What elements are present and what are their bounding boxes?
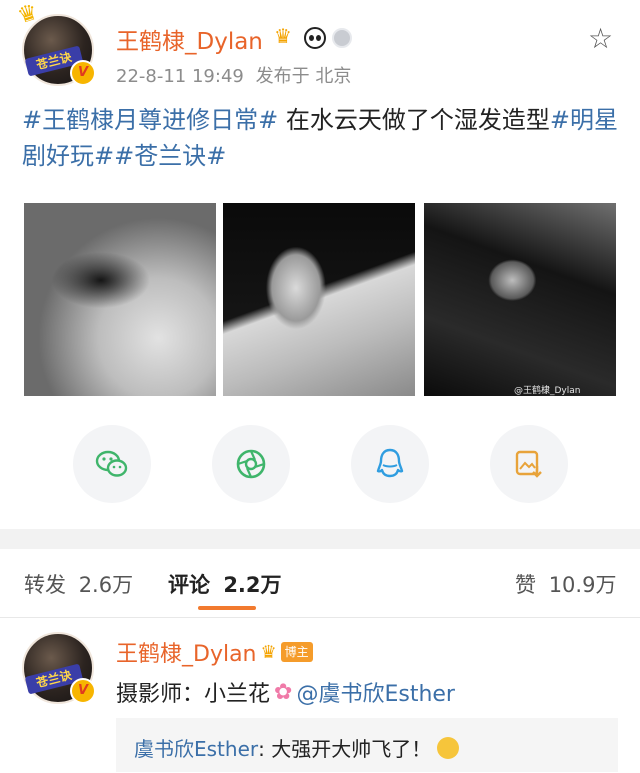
tab-repost[interactable]: 转发 2.6万 <box>24 569 133 599</box>
author-avatar[interactable]: ♛ 苍兰诀 V <box>15 0 96 86</box>
commenter-avatar[interactable]: 苍兰诀 V <box>22 632 96 704</box>
share-wechat-button[interactable] <box>73 425 151 503</box>
tab-comment[interactable]: 评论 2.2万 <box>168 569 282 599</box>
favorite-star-icon[interactable]: ☆ <box>588 22 613 55</box>
flower-emoji-icon: ✿ <box>274 679 293 705</box>
photo-watermark: @王鹤棣_Dylan <box>514 386 581 396</box>
comment-text: 摄影师：小兰花 ✿ @虞书欣Esther <box>116 676 455 708</box>
save-image-button[interactable] <box>490 425 568 503</box>
author-name[interactable]: 王鹤棣_Dylan <box>116 22 263 56</box>
tab-comment-label: 评论 <box>168 573 210 597</box>
qq-icon <box>376 448 404 478</box>
post-photo-2[interactable] <box>223 203 415 396</box>
post-body-text: 在水云天做了个湿发造型 <box>278 106 550 134</box>
post-photo-3[interactable]: @王鹤棣_Dylan <box>424 203 616 396</box>
commenter-name[interactable]: 王鹤棣_Dylan <box>116 636 257 668</box>
post-meta: 22-8-11 19:49 发布于 北京 <box>116 62 351 88</box>
tabs-divider <box>0 617 640 618</box>
tab-like-count: 10.9万 <box>548 573 617 597</box>
reply-body: : 大强开大帅飞了！ <box>258 737 432 761</box>
verified-badge-icon: V <box>70 678 96 704</box>
tab-like-label: 赞 <box>515 573 536 597</box>
vip-crown-icon: ♛ <box>274 24 292 48</box>
tab-repost-label: 转发 <box>24 573 66 597</box>
share-qq-button[interactable] <box>351 425 429 503</box>
hashtag-link[interactable]: #苍兰诀# <box>114 142 226 170</box>
medal-badge-icon <box>332 28 352 48</box>
tab-comment-count: 2.2万 <box>223 573 282 597</box>
post-location: 发布于 北京 <box>255 66 352 87</box>
comment-mention-link[interactable]: @虞书欣Esther <box>296 676 455 708</box>
reply-author-link[interactable]: 虞书欣Esther <box>134 733 258 762</box>
hashtag-link[interactable]: #王鹤棣月尊进修日常# <box>22 106 278 134</box>
post-datetime: 22-8-11 19:49 <box>116 66 244 87</box>
crown-icon: ♛ <box>14 0 42 30</box>
save-image-icon <box>515 450 542 478</box>
verified-badge-icon: V <box>70 60 96 86</box>
post-text: #王鹤棣月尊进修日常# 在水云天做了个湿发造型#明星剧好玩##苍兰诀# <box>22 102 622 174</box>
vip-crown-icon: ♛ <box>260 641 277 663</box>
laughing-emoji-icon <box>437 736 460 759</box>
post-photo-1[interactable] <box>24 203 216 396</box>
reply-preview[interactable]: 虞书欣Esther : 大强开大帅飞了！ <box>116 718 618 772</box>
section-separator <box>0 529 640 549</box>
reply-line: 虞书欣Esther : 大强开大帅飞了！ <box>134 733 460 762</box>
panda-badge-icon <box>304 27 326 49</box>
wechat-icon <box>95 450 128 477</box>
tab-repost-count: 2.6万 <box>78 573 134 597</box>
moments-icon <box>236 449 266 479</box>
owner-badge: 博主 <box>280 642 313 662</box>
active-tab-indicator <box>198 606 256 610</box>
tab-like[interactable]: 赞 10.9万 <box>515 569 616 599</box>
comment-body: 摄影师：小兰花 <box>116 682 271 707</box>
comment-header: 王鹤棣_Dylan ♛ 博主 <box>116 636 313 668</box>
share-moments-button[interactable] <box>212 425 290 503</box>
